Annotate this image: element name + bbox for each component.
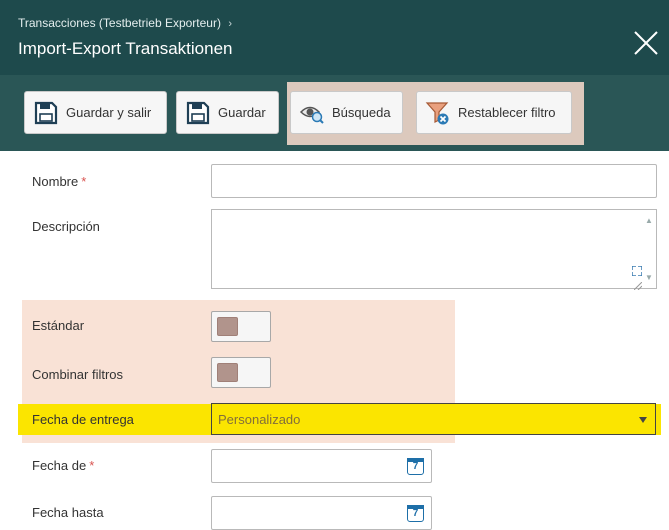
calendar-icon[interactable]: 7 xyxy=(407,505,424,522)
date-from-field[interactable]: 7 xyxy=(211,449,432,483)
name-input[interactable] xyxy=(212,165,656,197)
required-indicator: * xyxy=(81,174,87,189)
delivery-date-label: Fecha de entrega xyxy=(32,412,134,427)
breadcrumb-separator: › xyxy=(228,18,232,30)
dialog-title: Import-Export Transaktionen xyxy=(18,39,233,58)
floppy-disk-icon xyxy=(185,100,211,126)
save-and-exit-label: Guardar y salir xyxy=(66,105,152,120)
filter-reset-icon xyxy=(425,100,451,126)
standard-label: Estándar xyxy=(32,318,85,333)
required-indicator: * xyxy=(89,458,95,473)
name-label-text: Nombre xyxy=(32,174,79,189)
name-label: Nombre * xyxy=(32,174,86,189)
date-from-label: Fecha de * xyxy=(32,458,94,473)
save-button[interactable]: Guardar xyxy=(176,91,279,134)
eye-search-icon xyxy=(299,100,325,126)
date-to-label: Fecha hasta xyxy=(32,505,104,520)
breadcrumb[interactable]: Transacciones (Testbetrieb Exporteur) › xyxy=(18,16,232,30)
close-icon[interactable] xyxy=(633,30,659,56)
save-and-exit-button[interactable]: Guardar y salir xyxy=(24,91,167,134)
expand-icon[interactable] xyxy=(631,263,643,277)
reset-filter-button[interactable]: Restablecer filtro xyxy=(416,91,572,134)
date-to-field[interactable]: 7 xyxy=(211,496,432,530)
search-button[interactable]: Búsqueda xyxy=(290,91,403,134)
resize-handle-icon[interactable] xyxy=(633,277,643,291)
delivery-date-value: Personalizado xyxy=(218,412,301,427)
chevron-down-icon[interactable] xyxy=(639,417,647,423)
breadcrumb-text[interactable]: Transacciones (Testbetrieb Exporteur) xyxy=(18,16,221,30)
description-field[interactable]: ▲ ▼ xyxy=(211,209,657,291)
date-from-label-text: Fecha de xyxy=(32,458,87,473)
save-label: Guardar xyxy=(218,105,266,120)
combine-filters-label: Combinar filtros xyxy=(32,367,124,382)
scroll-up-icon[interactable]: ▲ xyxy=(644,216,654,226)
floppy-disk-icon xyxy=(33,100,59,126)
description-label: Descripción xyxy=(32,219,100,234)
toggle-knob xyxy=(217,363,238,382)
calendar-icon[interactable]: 7 xyxy=(407,458,424,475)
scroll-down-icon[interactable]: ▼ xyxy=(644,273,654,283)
dialog-header: Transacciones (Testbetrieb Exporteur) › … xyxy=(0,0,669,75)
standard-toggle[interactable] xyxy=(211,311,271,342)
name-field[interactable] xyxy=(211,164,657,198)
delivery-date-select[interactable]: Personalizado xyxy=(211,403,656,435)
combine-filters-toggle[interactable] xyxy=(211,357,271,388)
search-label: Búsqueda xyxy=(332,105,391,120)
reset-filter-label: Restablecer filtro xyxy=(458,105,556,120)
toggle-knob xyxy=(217,317,238,336)
